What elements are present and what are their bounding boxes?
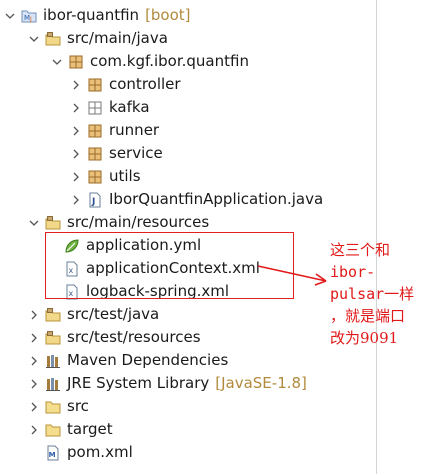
package-icon (88, 170, 102, 183)
package-runner[interactable]: runner (69, 119, 159, 142)
jre-decoration: [JavaSE-1.8] (215, 374, 307, 392)
annotation-line-1: 这三个和 (330, 241, 391, 259)
annotation-line-3: pulsar一样 (330, 285, 415, 303)
annotation-note: 这三个和 ibor- pulsar一样 ，就是端口 改为9091 (330, 239, 434, 349)
chevron-right-icon[interactable] (27, 418, 41, 441)
maven-dependencies-label: Maven Dependencies (67, 351, 229, 369)
chevron-down-icon[interactable] (3, 4, 17, 27)
source-folder-src-main-java[interactable]: src/main/java (27, 27, 168, 50)
package-controller[interactable]: controller (69, 73, 181, 96)
chevron-right-icon[interactable] (69, 188, 83, 211)
chevron-right-icon[interactable] (69, 119, 83, 142)
package-root[interactable]: com.kgf.ibor.quantfin (50, 50, 249, 73)
project-node[interactable]: MJ ibor-quantfin [boot] (3, 4, 191, 27)
chevron-right-icon[interactable] (69, 165, 83, 188)
library-icon (46, 354, 60, 368)
annotation-line-5: 改为9091 (330, 329, 399, 347)
package-icon (88, 147, 102, 160)
chevron-down-icon[interactable] (27, 27, 41, 50)
folder-icon (45, 424, 61, 436)
chevron-right-icon[interactable] (69, 73, 83, 96)
src-test-resources-label: src/test/resources (67, 328, 201, 346)
pom-label: pom.xml (67, 443, 133, 461)
empty-package-icon (88, 101, 102, 114)
pom-file[interactable]: M pom.xml (27, 441, 133, 464)
annotation-line-4: ，就是端口 (330, 307, 406, 325)
src-main-java-label: src/main/java (67, 29, 168, 47)
src-test-java-label: src/test/java (67, 305, 160, 323)
source-folder-src-main-resources[interactable]: src/main/resources (27, 211, 209, 234)
annotation-line-2: ibor- (330, 263, 376, 281)
package-icon (88, 78, 102, 91)
svg-text:J: J (29, 16, 32, 23)
java-file-main-class[interactable]: J IborQuantfinApplication.java (69, 188, 323, 211)
package-utils[interactable]: utils (69, 165, 141, 188)
folder-icon (45, 401, 61, 413)
source-folder-icon (45, 307, 61, 321)
package-icon (88, 124, 102, 137)
project-decoration: [boot] (145, 6, 191, 24)
chevron-down-icon[interactable] (27, 211, 41, 234)
project-label: ibor-quantfin (43, 6, 140, 24)
maven-pom-icon: M (47, 445, 59, 460)
chevron-right-icon[interactable] (27, 326, 41, 349)
chevron-right-icon[interactable] (27, 303, 41, 326)
main-class-label: IborQuantfinApplication.java (109, 190, 324, 208)
resource-highlight-box (45, 232, 294, 299)
src-main-resources-label: src/main/resources (67, 213, 210, 231)
package-utils-label: utils (109, 167, 141, 185)
source-folder-src-test-java[interactable]: src/test/java (27, 303, 159, 326)
source-folder-icon (45, 215, 61, 229)
jre-library-node[interactable]: JRE System Library [JavaSE-1.8] (27, 372, 307, 395)
jre-label: JRE System Library (67, 374, 210, 392)
chevron-right-icon[interactable] (27, 395, 41, 418)
project-icon: MJ (21, 10, 37, 23)
package-service[interactable]: service (69, 142, 163, 165)
package-icon (69, 55, 83, 68)
package-runner-label: runner (109, 121, 160, 139)
package-kafka-label: kafka (109, 98, 150, 116)
source-folder-src-test-resources[interactable]: src/test/resources (27, 326, 201, 349)
chevron-down-icon[interactable] (50, 50, 64, 73)
chevron-right-icon[interactable] (27, 372, 41, 395)
chevron-right-icon[interactable] (27, 349, 41, 372)
source-folder-icon (45, 31, 61, 45)
svg-text:J: J (91, 197, 95, 207)
package-controller-label: controller (109, 75, 181, 93)
svg-text:M: M (49, 451, 56, 459)
folder-target[interactable]: target (27, 418, 113, 441)
source-folder-icon (45, 330, 61, 344)
library-icon (46, 377, 60, 391)
folder-target-label: target (67, 420, 113, 438)
package-kafka[interactable]: kafka (69, 96, 150, 119)
package-service-label: service (109, 144, 163, 162)
chevron-right-icon[interactable] (69, 96, 83, 119)
maven-dependencies-node[interactable]: Maven Dependencies (27, 349, 228, 372)
package-label: com.kgf.ibor.quantfin (90, 52, 249, 70)
folder-src-label: src (67, 397, 89, 415)
java-file-icon: J (89, 192, 101, 207)
chevron-right-icon[interactable] (69, 142, 83, 165)
folder-src[interactable]: src (27, 395, 89, 418)
